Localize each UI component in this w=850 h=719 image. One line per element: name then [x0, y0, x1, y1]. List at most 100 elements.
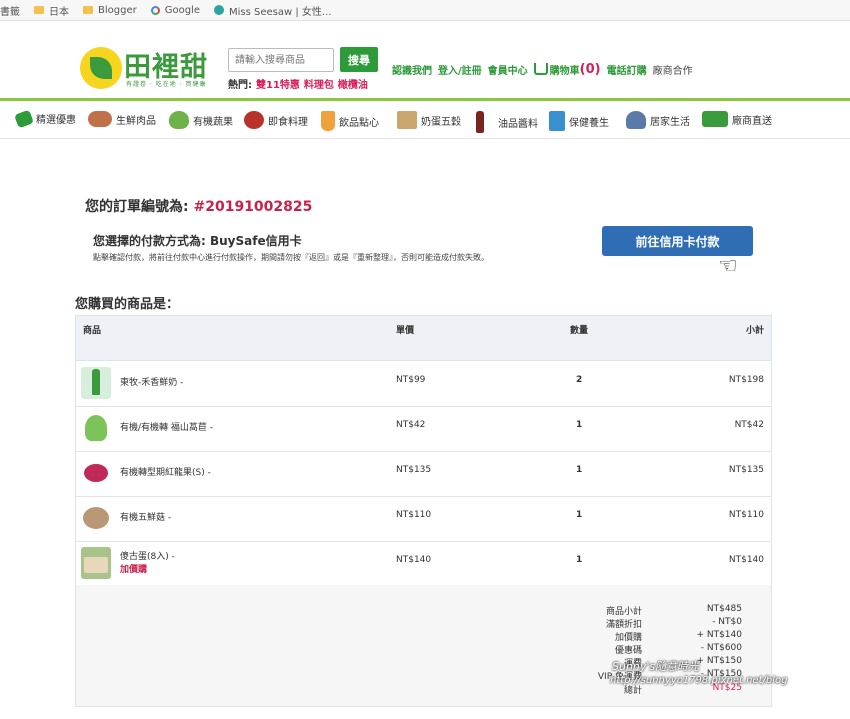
category-label: 飲品點心	[339, 117, 379, 129]
hot-keywords: 熱門: 雙11特惠 料理包 橄欖油	[228, 76, 368, 91]
product-thumbnail[interactable]	[81, 367, 111, 399]
mushroom-icon	[83, 507, 109, 529]
logo-icon[interactable]	[80, 47, 122, 89]
category-label: 有機蔬果	[193, 116, 233, 128]
order-items-table: 商品 單價 數量 小計 東牧-禾香鮮奶 - NT$99 2 NT$198 有機/…	[75, 315, 772, 707]
category-label: 居家生活	[650, 116, 690, 128]
category-label: 保健養生	[569, 117, 609, 129]
payment-note: 點擊確認付款，將前往付款中心進行付款操作，期間請勿按『返回』或是『重新整理』，否…	[93, 253, 489, 262]
folder-icon	[34, 6, 44, 14]
bottle-icon	[476, 111, 484, 133]
order-number: 您的訂單編號為: #20191002825	[85, 196, 312, 216]
product-price: NT$99	[396, 375, 426, 385]
category-health[interactable]: 保健養生	[549, 111, 609, 131]
bookmark-google[interactable]: Google	[150, 4, 200, 16]
product-name[interactable]: 有機五鮮菇 -	[120, 510, 171, 523]
table-row: 有機五鮮菇 - NT$110 1 NT$110	[76, 496, 771, 542]
category-deals[interactable]: 精選優惠	[14, 109, 76, 128]
summary-value: NT$485	[706, 604, 742, 614]
payment-method: 您選擇的付款方式為: BuySafe信用卡	[93, 234, 302, 248]
milk-bottle-icon	[92, 369, 100, 395]
category-oil-sauce[interactable]: 油品醬料	[476, 111, 538, 133]
product-thumbnail[interactable]	[81, 457, 111, 489]
hot-label: 熱門:	[228, 80, 252, 91]
table-row: 有機轉型期紅龍果(S) - NT$135 1 NT$135	[76, 451, 771, 497]
hot-item-1[interactable]: 雙11特惠	[256, 80, 300, 91]
summary-row: 滿額折扣 - NT$0	[556, 617, 756, 630]
category-bar: 精選優惠 生鮮肉品 有機蔬果 即食料理 飲品點心 奶蛋五穀 油品醬料 保健養生 …	[0, 104, 850, 139]
product-subtotal: NT$42	[734, 420, 764, 430]
google-icon	[150, 5, 160, 15]
header-subtotal: 小計	[745, 326, 764, 336]
egg-box-icon	[84, 557, 108, 573]
drink-cup-icon	[321, 111, 335, 131]
nav-login[interactable]: 登入/註冊	[438, 62, 482, 77]
summary-value: - NT$0	[712, 617, 742, 627]
cart-count: (0)	[579, 62, 601, 77]
table-header: 商品 單價 數量 小計	[76, 316, 771, 361]
credit-card-pay-button[interactable]: 前往信用卡付款	[602, 226, 753, 256]
category-label: 即食料理	[268, 116, 308, 128]
supplement-icon	[549, 111, 565, 131]
bookmark-label: Google	[164, 4, 200, 16]
search-button[interactable]: 搜尋	[340, 47, 378, 72]
summary-row: 優惠碼 - NT$600	[556, 643, 756, 656]
nav-phone-order[interactable]: 電話訂購	[607, 62, 647, 77]
header-product: 商品	[83, 326, 102, 336]
addon-badge: 加價購	[120, 565, 148, 575]
category-label: 奶蛋五穀	[421, 116, 461, 128]
product-name[interactable]: 有機/有機轉 福山萵苣 -	[120, 420, 213, 433]
bookmark-japan[interactable]: 日本	[34, 3, 69, 18]
product-qty: 1	[576, 465, 583, 475]
watermark: Sunny's隨意時光 http://sunnyyo1798.pixnet.ne…	[610, 660, 787, 688]
header-price: 單價	[396, 326, 415, 336]
nav-about[interactable]: 認識我們	[392, 62, 432, 77]
product-name[interactable]: 有機轉型期紅龍果(S) -	[120, 465, 211, 478]
product-name[interactable]: 傻古蛋(8入) -	[120, 549, 175, 562]
order-summary: 商品小計 NT$485 滿額折扣 - NT$0 加價購 + NT$140 優惠碼 - N…	[76, 585, 771, 706]
products-title: 您購買的商品是：	[75, 297, 180, 312]
bento-icon	[244, 111, 264, 129]
search-input[interactable]	[228, 48, 334, 72]
category-drinks[interactable]: 飲品點心	[321, 111, 379, 131]
nav-member[interactable]: 會員中心	[488, 62, 528, 77]
bookmark-shelf[interactable]: 書籤	[0, 3, 20, 18]
summary-value: + NT$140	[696, 630, 742, 640]
category-label: 生鮮肉品	[116, 115, 156, 127]
leaf-icon	[90, 57, 112, 79]
folder-icon	[83, 6, 93, 14]
bookmark-blogger[interactable]: Blogger	[83, 5, 137, 16]
lettuce-icon	[85, 415, 107, 441]
bookmarks-bar: 書籤 日本 Blogger Google Miss Seesaw | 女性...	[0, 0, 850, 21]
category-direct[interactable]: 廠商直送	[702, 111, 772, 127]
header-qty: 數量	[570, 326, 589, 336]
category-dairy-grains[interactable]: 奶蛋五穀	[397, 111, 461, 129]
cart-icon[interactable]	[533, 62, 548, 75]
product-subtotal: NT$110	[728, 510, 764, 520]
category-meat[interactable]: 生鮮肉品	[88, 111, 156, 127]
product-thumbnail[interactable]	[81, 412, 111, 444]
table-row: 傻古蛋(8入) - 加價購 NT$140 1 NT$140	[76, 541, 771, 587]
hot-item-3[interactable]: 橄欖油	[338, 80, 368, 91]
nav-vendor[interactable]: 廠商合作	[653, 62, 693, 77]
product-subtotal: NT$198	[728, 375, 764, 385]
product-thumbnail[interactable]	[81, 502, 111, 534]
logo-slogan: 有證卷 · 吃在地 · 買健康	[126, 81, 207, 88]
category-label: 廠商直送	[732, 115, 772, 127]
hot-item-2[interactable]: 料理包	[304, 80, 334, 91]
bookmark-label: 日本	[49, 6, 69, 18]
order-number-label: 您的訂單編號為:	[85, 199, 189, 215]
product-qty: 1	[576, 420, 583, 430]
category-ready-meals[interactable]: 即食料理	[244, 111, 308, 129]
product-thumbnail[interactable]	[81, 547, 111, 579]
bookmark-label: Blogger	[98, 4, 137, 16]
product-name[interactable]: 東牧-禾香鮮奶 -	[120, 375, 183, 388]
bookmark-missseesaw[interactable]: Miss Seesaw | 女性...	[213, 3, 331, 18]
header-divider	[0, 98, 850, 101]
pointer-hand-icon: ☜	[718, 254, 738, 279]
nav-cart[interactable]: 購物車	[550, 62, 580, 77]
cabbage-icon	[169, 111, 189, 129]
category-home[interactable]: 居家生活	[626, 111, 690, 129]
summary-label: 加價購	[614, 633, 642, 643]
category-vegetables[interactable]: 有機蔬果	[169, 111, 233, 129]
